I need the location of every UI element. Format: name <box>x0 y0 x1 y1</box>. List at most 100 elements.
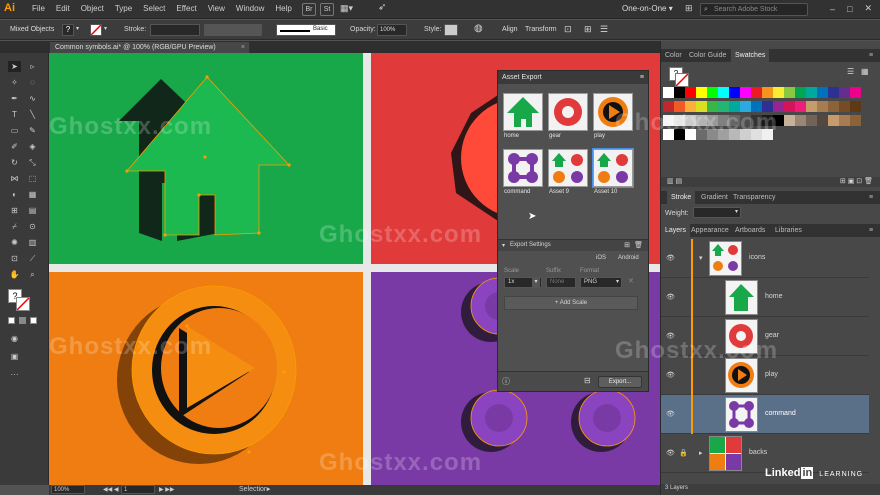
delete-asset-icon[interactable]: 🗑 <box>634 241 643 249</box>
swatch-actions-icon[interactable]: ⊞ ▣ ⊡ 🗑 <box>840 177 873 185</box>
style-swatch[interactable] <box>444 24 458 36</box>
perspective-grid-icon[interactable]: ▦ <box>26 189 39 200</box>
stroke-weight-field[interactable] <box>150 24 200 36</box>
align-button[interactable]: Align <box>502 26 518 33</box>
bridge-icon[interactable]: Br <box>302 3 316 16</box>
color-swatch[interactable] <box>850 115 861 126</box>
type-tool-icon[interactable]: T <box>8 109 21 120</box>
shaper-tool-icon[interactable]: ✐ <box>8 141 21 152</box>
color-swatch[interactable] <box>729 87 740 98</box>
color-swatch[interactable] <box>806 87 817 98</box>
hand-tool-icon[interactable]: ✋ <box>8 269 21 280</box>
collapse-icon[interactable]: ▾ <box>502 242 505 249</box>
color-swatch[interactable] <box>828 87 839 98</box>
swatches-menu-icon[interactable]: ≡ <box>865 49 877 62</box>
layer-row[interactable]: 👁 ▾ icons <box>661 239 869 278</box>
visibility-eye-icon[interactable]: 👁 <box>666 254 675 262</box>
color-swatch[interactable] <box>839 115 850 126</box>
screen-mode-icon[interactable]: ▣ <box>8 351 21 362</box>
recolor-icon[interactable]: ◍ <box>474 23 483 34</box>
artboard-tool-icon[interactable]: ⊡ <box>8 253 21 264</box>
workspace-switcher[interactable]: One-on-One ▾ <box>622 4 673 13</box>
tab-stroke[interactable]: Stroke <box>667 191 696 204</box>
layer-row-selected[interactable]: 👁 command <box>661 395 869 434</box>
magic-wand-icon[interactable]: ✧ <box>8 77 21 88</box>
grid-icon[interactable]: ⊞ <box>584 24 592 35</box>
grid-view-icon[interactable]: ▦ <box>861 67 869 76</box>
visibility-eye-icon[interactable]: 👁 <box>666 410 675 418</box>
color-swatch[interactable] <box>696 87 707 98</box>
menu-select[interactable]: Select <box>143 4 165 13</box>
free-transform-icon[interactable]: ⬚ <box>26 173 39 184</box>
status-arrow-icon[interactable]: ▸ <box>267 485 271 493</box>
stroke-dropdown-icon[interactable]: ▾ <box>104 25 107 32</box>
menu-window[interactable]: Window <box>236 4 264 13</box>
add-scale-button[interactable]: + Add Scale <box>504 296 638 310</box>
color-swatch[interactable] <box>839 101 850 112</box>
stock-icon[interactable]: St <box>320 3 334 16</box>
slice-tool-icon[interactable]: ⟋ <box>26 253 39 264</box>
tab-color[interactable]: Color <box>661 49 686 62</box>
color-swatch[interactable] <box>674 87 685 98</box>
document-tab[interactable]: Common symbols.ai* @ 100% (RGB/GPU Previ… <box>50 42 250 53</box>
tab-layers[interactable]: Layers <box>661 224 691 237</box>
lasso-icon[interactable]: ◌ <box>26 77 39 88</box>
eyedropper-icon[interactable]: ⌿ <box>8 221 21 232</box>
transform-button[interactable]: Transform <box>525 26 557 33</box>
gpu-rocket-icon[interactable]: ➶ <box>378 2 386 13</box>
color-swatch[interactable] <box>663 87 674 98</box>
color-mode-icon[interactable] <box>8 317 15 324</box>
maximize-button[interactable]: □ <box>847 4 852 14</box>
menu-effect[interactable]: Effect <box>176 4 196 13</box>
menu-edit[interactable]: Edit <box>56 4 70 13</box>
color-swatch[interactable] <box>828 101 839 112</box>
color-swatch[interactable] <box>795 115 806 126</box>
rectangle-tool-icon[interactable]: ▭ <box>8 125 21 136</box>
color-swatch[interactable] <box>795 101 806 112</box>
home-icon[interactable] <box>49 53 363 264</box>
selection-tool-icon[interactable]: ➤ <box>8 61 21 72</box>
tab-color-guide[interactable]: Color Guide <box>685 49 730 62</box>
symbol-sprayer-icon[interactable]: ✺ <box>8 237 21 248</box>
more-tools-icon[interactable]: ··· <box>8 369 21 380</box>
tab-gradient[interactable]: Gradient <box>697 191 732 204</box>
color-swatch[interactable] <box>806 115 817 126</box>
paintbrush-icon[interactable]: ✎ <box>26 125 39 136</box>
minimize-button[interactable]: – <box>830 4 835 14</box>
layer-row[interactable]: 👁 home <box>661 278 869 317</box>
expand-chevron-icon[interactable]: ▾ <box>699 254 703 262</box>
scale-select[interactable]: 1x ▾ <box>504 277 542 288</box>
graph-tool-icon[interactable]: ▥ <box>26 237 39 248</box>
expand-chevron-icon[interactable]: ▸ <box>699 449 703 457</box>
sync-icon[interactable]: ⊞ <box>685 3 695 15</box>
color-swatch[interactable] <box>685 87 696 98</box>
menu-object[interactable]: Object <box>81 4 104 13</box>
asset-thumb-asset10[interactable] <box>592 148 634 188</box>
weight-field[interactable]: ▾ <box>693 207 741 218</box>
format-select[interactable]: PNG ▾ <box>580 277 622 288</box>
export-settings-header[interactable]: ▾ Export Settings ⊞ 🗑 <box>498 239 648 251</box>
tab-artboards[interactable]: Artboards <box>731 224 769 237</box>
suffix-input[interactable]: None <box>546 277 576 288</box>
line-tool-icon[interactable]: ╲ <box>26 109 39 120</box>
menu-view[interactable]: View <box>208 4 225 13</box>
tab-swatches[interactable]: Swatches <box>731 49 770 62</box>
color-swatch[interactable] <box>773 87 784 98</box>
visibility-eye-icon[interactable]: 👁 <box>666 293 675 301</box>
color-swatch[interactable] <box>707 87 718 98</box>
swatch-library-icon[interactable]: ▥ ▤ <box>667 177 682 185</box>
direct-selection-tool-icon[interactable]: ▹ <box>26 61 39 72</box>
color-swatch[interactable] <box>740 87 751 98</box>
fill-question-swatch[interactable]: ? <box>62 24 74 36</box>
shape-builder-icon[interactable]: ◐ <box>8 189 21 200</box>
remove-scale-icon[interactable]: ✕ <box>628 277 634 285</box>
isolate-icon[interactable]: ⊡ <box>564 24 572 35</box>
brush-field[interactable]: Basic <box>276 24 336 36</box>
variable-width-field[interactable] <box>204 24 262 36</box>
visibility-eye-icon[interactable]: 👁 <box>666 449 675 457</box>
list-view-icon[interactable]: ☰ <box>847 67 854 76</box>
blend-tool-icon[interactable]: ⊙ <box>26 221 39 232</box>
prev-artboard-icon[interactable]: ◀◀ ◀ <box>103 486 119 493</box>
color-swatch[interactable] <box>784 87 795 98</box>
artboard-field[interactable]: 1 <box>121 485 155 494</box>
